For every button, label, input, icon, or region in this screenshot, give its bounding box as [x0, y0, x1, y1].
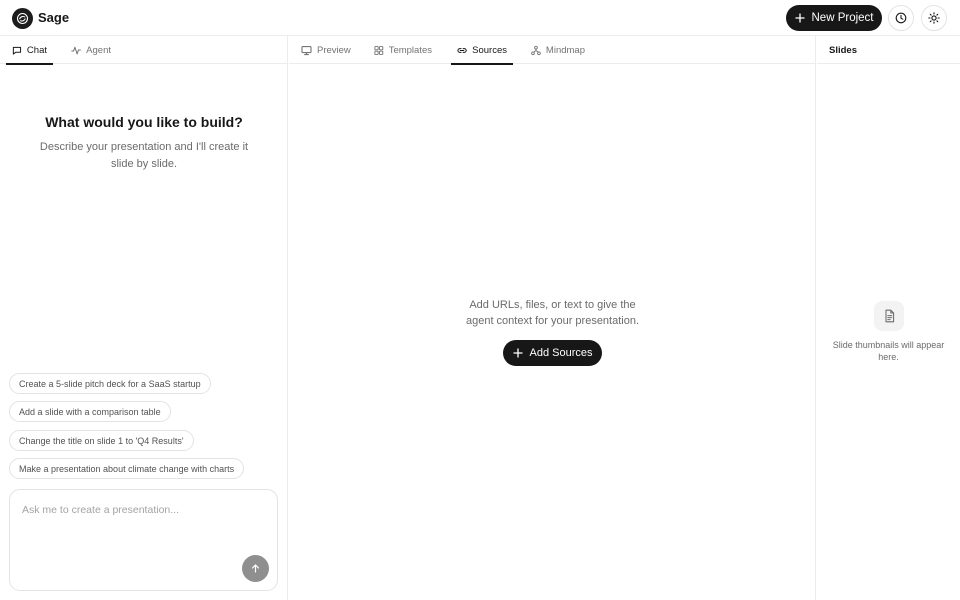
- suggestion-chip[interactable]: Change the title on slide 1 to 'Q4 Resul…: [9, 430, 194, 451]
- tab-sources-label: Sources: [472, 44, 507, 56]
- sources-empty-message: Add URLs, files, or text to give the age…: [465, 299, 640, 327]
- new-project-button[interactable]: New Project: [786, 5, 882, 31]
- chat-panel: Chat Agent What would you like to build?…: [0, 36, 288, 600]
- chat-tabbar: Chat Agent: [0, 36, 287, 65]
- app-name: Sage: [38, 10, 70, 25]
- new-project-label: New Project: [811, 12, 874, 24]
- plus-icon: [794, 13, 805, 23]
- send-button[interactable]: [242, 555, 269, 582]
- tab-agent-label: Agent: [86, 44, 111, 56]
- tab-mindmap[interactable]: Mindmap: [525, 36, 591, 64]
- history-button[interactable]: [888, 5, 914, 31]
- hero-title: What would you like to build?: [45, 114, 243, 130]
- theme-toggle-button[interactable]: [921, 5, 947, 31]
- slides-title: Slides: [829, 44, 857, 56]
- hero-subtitle: Describe your presentation and I'll crea…: [39, 141, 249, 170]
- suggestion-chip[interactable]: Make a presentation about climate change…: [9, 458, 245, 479]
- tab-chat-label: Chat: [26, 44, 47, 56]
- chat-input[interactable]: [22, 500, 262, 520]
- add-sources-button[interactable]: Add Sources: [503, 340, 602, 366]
- top-bar: Sage New Project: [0, 0, 960, 36]
- sage-logo[interactable]: [12, 8, 33, 29]
- suggestion-chip[interactable]: Add a slide with a comparison table: [9, 401, 171, 422]
- clock-icon: [895, 12, 907, 24]
- tab-templates-label: Templates: [388, 44, 432, 56]
- tab-templates[interactable]: Templates: [368, 36, 438, 64]
- tab-chat[interactable]: Chat: [6, 36, 53, 65]
- workspace-tabbar: Preview Templates Sources Mindmap: [289, 36, 815, 65]
- slides-divider: [817, 63, 960, 64]
- workspace-panel: Preview Templates Sources Mindmap Add UR…: [289, 36, 816, 600]
- activity-icon: [71, 46, 81, 54]
- tab-agent[interactable]: Agent: [65, 36, 117, 64]
- file-text-icon: [884, 309, 894, 323]
- arrow-up-icon: [251, 564, 260, 573]
- suggestion-chip[interactable]: Create a 5-slide pitch deck for a SaaS s…: [9, 373, 211, 394]
- tab-mindmap-label: Mindmap: [545, 44, 585, 56]
- link-icon: [457, 47, 467, 53]
- logo-icon: [16, 12, 29, 25]
- tab-preview-label: Preview: [317, 44, 351, 56]
- slides-panel: Slides Slide thumbnails will appear here…: [817, 36, 960, 600]
- slides-empty-hint: Slide thumbnails will appear here.: [832, 340, 945, 362]
- tab-preview[interactable]: Preview: [295, 36, 363, 64]
- sources-empty-text: Add URLs, files, or text to give the age…: [289, 298, 816, 329]
- add-sources-label: Add Sources: [529, 347, 593, 359]
- tab-sources[interactable]: Sources: [451, 36, 513, 65]
- plus-icon: [512, 348, 523, 358]
- message-square-icon: [12, 46, 22, 55]
- grid-icon: [374, 45, 384, 55]
- mindmap-icon: [531, 45, 541, 55]
- document-icon-tile: [874, 301, 904, 331]
- chat-composer: [9, 489, 278, 591]
- monitor-icon: [301, 45, 312, 55]
- sun-icon: [928, 12, 940, 24]
